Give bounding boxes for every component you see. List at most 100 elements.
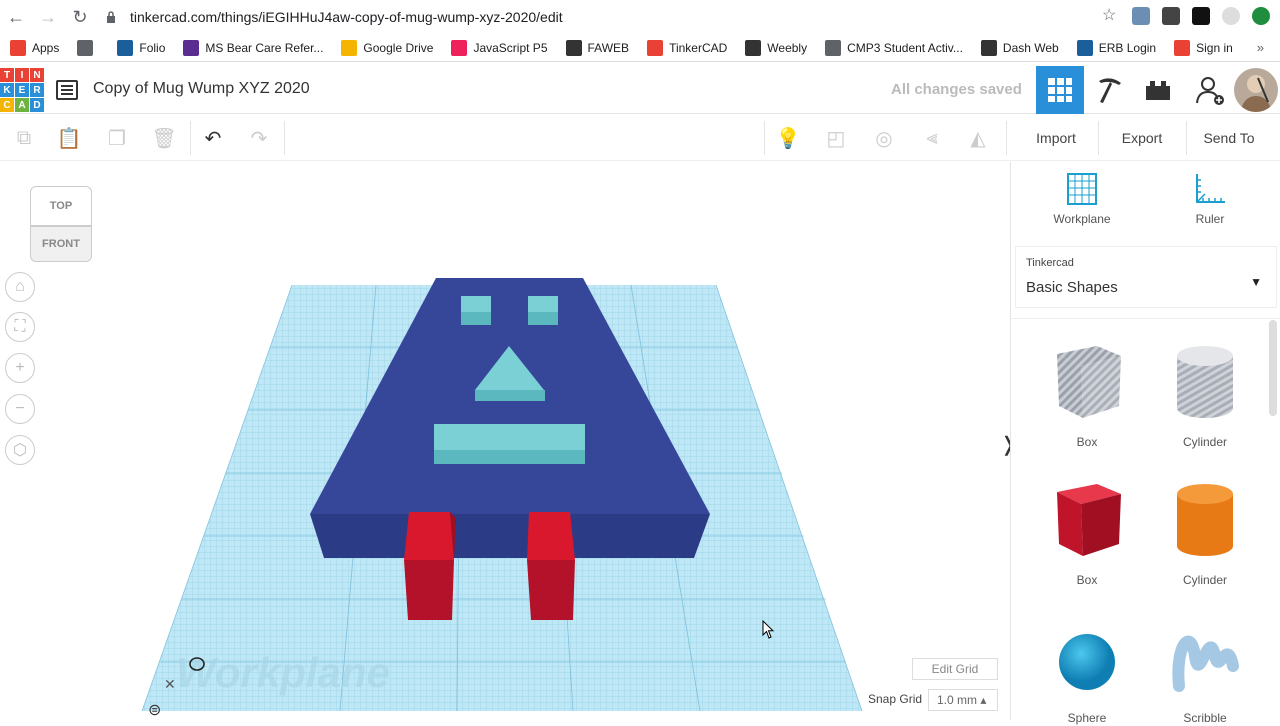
divider bbox=[1098, 121, 1099, 155]
bookmark-label: MS Bear Care Refer... bbox=[205, 40, 324, 55]
copy-icon[interactable]: ⧉ bbox=[12, 126, 36, 150]
duplicate-icon[interactable]: ❐ bbox=[105, 126, 129, 150]
logo-letter: I bbox=[15, 68, 29, 82]
ungroup-icon[interactable]: ◎ bbox=[872, 126, 896, 150]
workplane-viewport[interactable]: Workplane ✕ TOP FRONT ⌂ ⛶ + − ⬡ ⊜ Edit G… bbox=[0, 162, 1010, 720]
notes-icon[interactable]: ⊜ bbox=[148, 700, 161, 720]
shape-label: Box bbox=[1076, 573, 1098, 587]
shape-box[interactable]: Box bbox=[1037, 340, 1137, 450]
extension-icon[interactable] bbox=[1222, 7, 1240, 25]
address-bar[interactable]: tinkercad.com/things/iEGIHHuJ4aw-copy-of… bbox=[130, 9, 563, 25]
leg-right[interactable] bbox=[527, 512, 575, 620]
align-icon[interactable]: ⫷ bbox=[920, 126, 944, 150]
bookmark-item[interactable]: TinkerCAD bbox=[647, 39, 727, 56]
mouse-cursor-icon bbox=[762, 620, 775, 639]
view-cube-front[interactable]: FRONT bbox=[30, 226, 92, 262]
design-list-icon[interactable] bbox=[56, 80, 78, 100]
shape-box[interactable]: Box bbox=[1037, 478, 1137, 588]
paste-icon[interactable]: 📋 bbox=[57, 126, 82, 150]
extension-icon[interactable] bbox=[1132, 7, 1150, 25]
sphere-icon bbox=[1047, 616, 1127, 705]
extension-icon[interactable] bbox=[1192, 7, 1210, 25]
cyl-hole-icon bbox=[1165, 340, 1245, 429]
bookmark-item[interactable]: Google Drive bbox=[341, 39, 433, 56]
delete-icon[interactable]: 🗑 bbox=[151, 126, 176, 150]
bookmark-label: FAWEB bbox=[587, 40, 630, 55]
logo-letter: K bbox=[0, 83, 14, 97]
extension-icon[interactable] bbox=[1162, 7, 1180, 25]
bookmark-item[interactable]: Weebly bbox=[745, 39, 808, 56]
snap-grid-select[interactable]: 1.0 mm ▴ bbox=[928, 689, 998, 711]
bookmark-label: Dash Web bbox=[1002, 40, 1059, 55]
forward-arrow-icon[interactable]: → bbox=[32, 0, 64, 34]
export-button[interactable]: Export bbox=[1104, 123, 1180, 153]
bookmark-item[interactable]: FAWEB bbox=[565, 39, 630, 56]
shape-cylinder[interactable]: Cylinder bbox=[1155, 478, 1255, 588]
category-name: Basic Shapes bbox=[1026, 279, 1118, 296]
panel-scrollbar[interactable] bbox=[1269, 320, 1277, 416]
eye-right[interactable] bbox=[528, 296, 558, 325]
mirror-icon[interactable]: ◭ bbox=[966, 126, 990, 150]
bricks-view-button[interactable] bbox=[1134, 66, 1182, 114]
bookmark-favicon-icon bbox=[183, 39, 200, 56]
bookmark-item[interactable]: Sign in bbox=[1174, 39, 1233, 56]
star-icon[interactable]: ☆ bbox=[1102, 7, 1120, 25]
workplane-button[interactable]: Workplane bbox=[1042, 172, 1122, 234]
shape-scribble[interactable]: Scribble bbox=[1155, 616, 1255, 726]
blocks-view-button[interactable] bbox=[1086, 66, 1134, 114]
bookmark-label: Weebly bbox=[767, 40, 808, 55]
lightbulb-icon[interactable]: 💡 bbox=[776, 126, 801, 150]
bookmark-item[interactable]: MS Bear Care Refer... bbox=[183, 39, 324, 56]
zoom-out-icon[interactable]: − bbox=[5, 394, 35, 424]
shape-category-dropdown[interactable]: Tinkercad Basic Shapes ▼ bbox=[1015, 246, 1277, 308]
view-cube[interactable]: TOP FRONT bbox=[30, 186, 92, 262]
shape-sphere[interactable]: Sphere bbox=[1037, 616, 1137, 726]
ruler-button[interactable]: Ruler bbox=[1170, 172, 1250, 234]
shape-label: Cylinder bbox=[1182, 435, 1227, 449]
send-to-button[interactable]: Send To bbox=[1192, 123, 1266, 153]
divider bbox=[190, 121, 191, 155]
collapse-panel-icon[interactable]: ❭ bbox=[1000, 432, 1010, 457]
3d-scene[interactable]: Workplane ✕ bbox=[0, 162, 1010, 720]
caret-down-icon: ▼ bbox=[1250, 275, 1262, 289]
bookmark-item[interactable] bbox=[77, 39, 99, 56]
group-icon[interactable]: ◰ bbox=[824, 126, 848, 150]
more-bookmarks-icon[interactable]: » bbox=[1257, 40, 1264, 55]
bookmark-favicon-icon bbox=[341, 39, 358, 56]
bookmark-label: Folio bbox=[139, 40, 166, 55]
tinkercad-logo[interactable]: TIN KER CAD bbox=[0, 68, 44, 112]
avatar[interactable] bbox=[1234, 68, 1278, 112]
bookmark-item[interactable]: CMP3 Student Activ... bbox=[825, 39, 963, 56]
shape-cylinder[interactable]: Cylinder bbox=[1155, 340, 1255, 450]
design-title[interactable]: Copy of Mug Wump XYZ 2020 bbox=[93, 80, 310, 98]
undo-icon[interactable]: ↶ bbox=[201, 126, 225, 150]
add-user-button[interactable] bbox=[1186, 66, 1234, 114]
shape-label: Box bbox=[1076, 435, 1098, 449]
workplane-icon bbox=[1067, 173, 1097, 205]
bookmark-favicon-icon bbox=[451, 39, 468, 56]
leg-left[interactable] bbox=[404, 512, 456, 620]
profile-icon[interactable] bbox=[1252, 7, 1270, 25]
fit-view-icon[interactable]: ⛶ bbox=[5, 312, 35, 342]
back-arrow-icon[interactable]: ← bbox=[0, 0, 32, 34]
shape-label: Cylinder bbox=[1182, 573, 1227, 587]
edit-grid-button[interactable]: Edit Grid bbox=[912, 658, 998, 680]
3d-view-button[interactable] bbox=[1036, 66, 1084, 114]
zoom-in-icon[interactable]: + bbox=[5, 353, 35, 383]
divider bbox=[284, 121, 285, 155]
bookmark-favicon-icon bbox=[1076, 39, 1093, 56]
bookmark-item[interactable]: Apps bbox=[10, 39, 59, 56]
reload-icon[interactable]: ↻ bbox=[64, 0, 96, 34]
bookmark-item[interactable]: Dash Web bbox=[980, 39, 1059, 56]
mouth-bar[interactable] bbox=[434, 424, 585, 464]
import-button[interactable]: Import bbox=[1020, 123, 1092, 153]
divider bbox=[1006, 121, 1007, 155]
view-cube-top[interactable]: TOP bbox=[30, 186, 92, 226]
eye-left[interactable] bbox=[461, 296, 491, 325]
bookmark-item[interactable]: Folio bbox=[117, 39, 166, 56]
redo-icon[interactable]: ↷ bbox=[247, 126, 271, 150]
perspective-icon[interactable]: ⬡ bbox=[5, 435, 35, 465]
home-view-icon[interactable]: ⌂ bbox=[5, 272, 35, 302]
bookmark-item[interactable]: ERB Login bbox=[1076, 39, 1156, 56]
bookmark-item[interactable]: JavaScript P5 bbox=[451, 39, 548, 56]
